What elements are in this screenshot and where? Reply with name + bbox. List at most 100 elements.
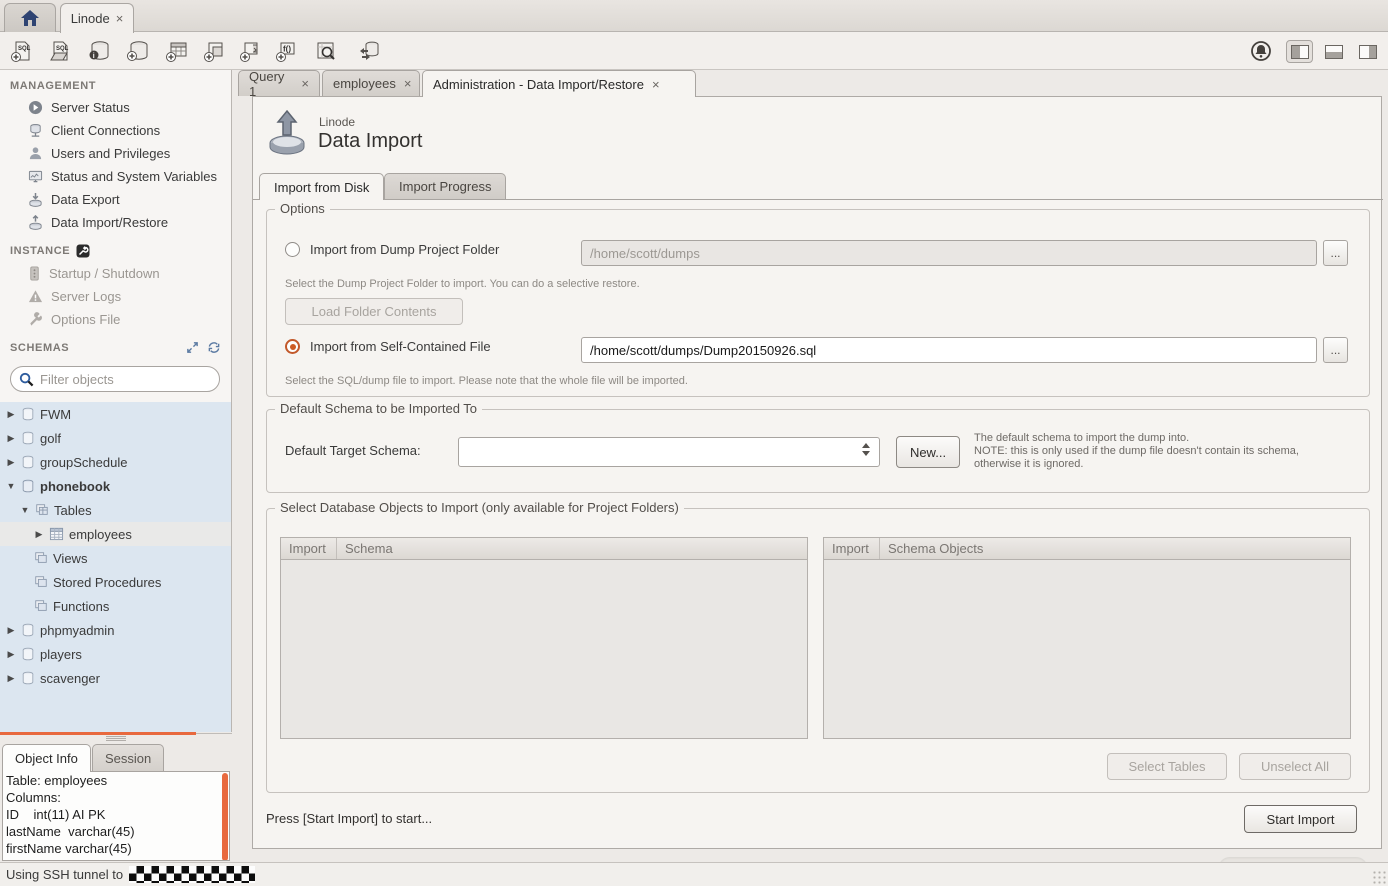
- data-import-panel: Linode Data Import Import from Disk Impo…: [252, 96, 1382, 849]
- create-procedure-icon[interactable]: [237, 38, 265, 64]
- sidebar-item-label: Users and Privileges: [51, 146, 170, 161]
- schemas-section-title: SCHEMAS: [0, 331, 231, 358]
- default-target-schema-combo[interactable]: [458, 437, 880, 467]
- create-function-icon[interactable]: f(): [273, 38, 301, 64]
- open-sql-script-icon[interactable]: SQL: [46, 38, 74, 64]
- table-header: Import Schema: [281, 538, 807, 560]
- chevron-right-icon[interactable]: ▶: [34, 529, 44, 540]
- sidebar-item-startup-shutdown[interactable]: Startup / Shutdown: [0, 262, 231, 285]
- tab-session[interactable]: Session: [92, 744, 164, 771]
- connection-tab[interactable]: Linode ×: [60, 3, 134, 33]
- sidebar-splitter-accent[interactable]: [0, 732, 196, 735]
- button-label: Load Folder Contents: [311, 304, 436, 319]
- chevron-right-icon[interactable]: ▶: [6, 673, 16, 684]
- chevron-down-icon[interactable]: ▼: [20, 505, 30, 515]
- tree-node-label: groupSchedule: [40, 455, 127, 470]
- tree-node-schema[interactable]: ▶ phpmyadmin: [0, 618, 231, 642]
- new-query-tab-icon[interactable]: SQL: [8, 38, 36, 64]
- refresh-schemas-icon[interactable]: [207, 341, 221, 354]
- tab-object-info[interactable]: Object Info: [2, 744, 91, 772]
- toggle-bottom-panel-button[interactable]: [1320, 40, 1347, 63]
- sidebar-item-server-status[interactable]: Server Status: [0, 96, 231, 119]
- splitter-grip[interactable]: [106, 736, 126, 741]
- chevron-right-icon[interactable]: ▶: [6, 409, 16, 420]
- create-schema-icon[interactable]: [124, 38, 152, 64]
- tree-node-tables-folder[interactable]: ▼ Tables: [0, 498, 231, 522]
- radio-label: Import from Dump Project Folder: [310, 242, 499, 257]
- select-tables-button[interactable]: Select Tables: [1107, 753, 1227, 780]
- toggle-right-panel-button[interactable]: [1354, 40, 1381, 63]
- scrollbar-thumb[interactable]: [222, 773, 228, 861]
- radio-import-self-contained[interactable]: [285, 339, 300, 354]
- chevron-right-icon[interactable]: ▶: [6, 649, 16, 660]
- sidebar-item-client-connections[interactable]: Client Connections: [0, 119, 231, 142]
- schema-filter: [10, 366, 220, 392]
- start-import-button[interactable]: Start Import: [1244, 805, 1357, 833]
- column-header-import[interactable]: Import: [281, 538, 337, 559]
- tree-node-schema[interactable]: ▼ phonebook: [0, 474, 231, 498]
- schema-select-table[interactable]: Import Schema: [280, 537, 808, 739]
- radio-import-dump-folder[interactable]: [285, 242, 300, 257]
- tree-node-table-employees[interactable]: ▶ employees: [0, 522, 231, 546]
- monitor-icon: [28, 169, 43, 184]
- data-export-icon: [28, 192, 43, 207]
- sidebar-item-users-privileges[interactable]: Users and Privileges: [0, 142, 231, 165]
- create-table-icon[interactable]: [163, 38, 191, 64]
- tree-node-views-folder[interactable]: Views: [0, 546, 231, 570]
- column-header-schema-objects[interactable]: Schema Objects: [880, 541, 983, 556]
- sidebar-item-options-file[interactable]: Options File: [0, 308, 231, 331]
- new-schema-button[interactable]: New...: [896, 436, 960, 468]
- tree-node-schema[interactable]: ▶ scavenger: [0, 666, 231, 690]
- close-icon[interactable]: ×: [299, 76, 309, 91]
- tree-node-label: phonebook: [40, 479, 110, 494]
- server-box-icon: [28, 266, 41, 281]
- self-contained-file-field[interactable]: /home/scott/dumps/Dump20150926.sql: [581, 337, 1317, 363]
- close-icon[interactable]: ×: [402, 76, 412, 91]
- column-header-import[interactable]: Import: [824, 538, 880, 559]
- browse-self-contained-button[interactable]: ...: [1323, 337, 1348, 363]
- chevron-down-icon[interactable]: ▼: [6, 481, 16, 491]
- tab-employees[interactable]: employees ×: [322, 70, 420, 96]
- tree-node-label: golf: [40, 431, 61, 446]
- create-view-icon[interactable]: [200, 38, 228, 64]
- tables-folder-icon: [35, 503, 49, 517]
- tree-node-schema[interactable]: ▶ players: [0, 642, 231, 666]
- tree-node-schema[interactable]: ▶ golf: [0, 426, 231, 450]
- select-objects-legend: Select Database Objects to Import (only …: [275, 500, 684, 515]
- object-info-line: ID int(11) AI PK: [3, 806, 229, 823]
- sidebar-item-data-import-restore[interactable]: Data Import/Restore: [0, 211, 231, 234]
- window-resize-grip[interactable]: [1372, 870, 1386, 884]
- tab-query-1[interactable]: Query 1 ×: [238, 70, 320, 96]
- search-data-icon[interactable]: [312, 38, 340, 64]
- chevron-right-icon[interactable]: ▶: [6, 433, 16, 444]
- sidebar-item-server-logs[interactable]: Server Logs: [0, 285, 231, 308]
- unselect-all-button[interactable]: Unselect All: [1239, 753, 1351, 780]
- column-header-schema[interactable]: Schema: [337, 541, 393, 556]
- tree-node-schema[interactable]: ▶ FWM: [0, 402, 231, 426]
- notification-circle-icon[interactable]: [1247, 38, 1275, 64]
- tree-node-functions-folder[interactable]: Functions: [0, 594, 231, 618]
- toggle-left-panel-button[interactable]: [1286, 40, 1313, 63]
- tab-import-progress[interactable]: Import Progress: [384, 173, 506, 199]
- bottom-panel-icon: [1325, 45, 1343, 59]
- sidebar-item-data-export[interactable]: Data Export: [0, 188, 231, 211]
- schema-filter-input[interactable]: [40, 372, 200, 387]
- tab-import-from-disk[interactable]: Import from Disk: [259, 173, 384, 200]
- reconnect-dbms-icon[interactable]: [355, 38, 383, 64]
- home-tab[interactable]: [4, 3, 56, 32]
- chevron-right-icon[interactable]: ▶: [6, 457, 16, 468]
- chevron-right-icon[interactable]: ▶: [6, 625, 16, 636]
- spinner-icon[interactable]: [862, 443, 870, 456]
- tree-node-schema[interactable]: ▶ groupSchedule: [0, 450, 231, 474]
- load-folder-contents-button[interactable]: Load Folder Contents: [285, 298, 463, 325]
- schema-objects-table[interactable]: Import Schema Objects: [823, 537, 1351, 739]
- sidebar-item-status-system-variables[interactable]: Status and System Variables: [0, 165, 231, 188]
- browse-dump-folder-button[interactable]: ...: [1323, 240, 1348, 266]
- tab-administration-data-import[interactable]: Administration - Data Import/Restore ×: [422, 70, 696, 97]
- tree-node-stored-procedures-folder[interactable]: Stored Procedures: [0, 570, 231, 594]
- dump-folder-path-field[interactable]: /home/scott/dumps: [581, 240, 1317, 266]
- close-icon[interactable]: ×: [114, 11, 124, 26]
- expand-schemas-icon[interactable]: [186, 341, 199, 354]
- close-icon[interactable]: ×: [650, 77, 660, 92]
- schema-inspector-icon[interactable]: i: [85, 38, 113, 64]
